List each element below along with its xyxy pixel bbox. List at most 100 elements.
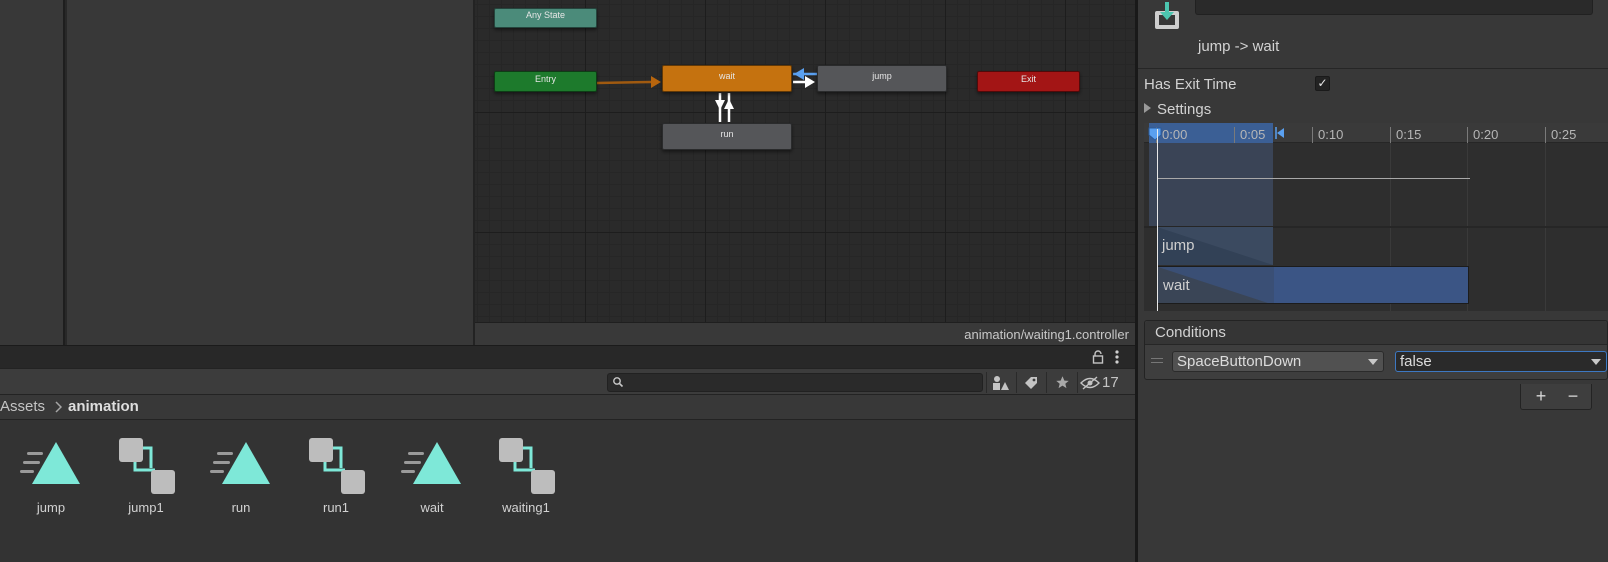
breadcrumb: Assets animation <box>0 395 1135 420</box>
breadcrumb-assets[interactable]: Assets <box>0 398 45 415</box>
condition-parameter-value: SpaceButtonDown <box>1177 353 1302 370</box>
project-toolbar: 17 <box>0 368 1135 395</box>
state-node-any-state[interactable]: Any State <box>494 8 597 28</box>
jump-wait-arrowhead <box>794 68 804 80</box>
tick-line <box>1467 127 1468 143</box>
asset-item-waiting1[interactable]: waiting1 <box>483 438 569 515</box>
source-clip-bar[interactable]: jump <box>1157 227 1273 265</box>
foldout-arrow-icon <box>1144 103 1151 113</box>
state-node-exit[interactable]: Exit <box>977 71 1080 92</box>
label-filter-icon[interactable] <box>1020 373 1042 392</box>
hidden-packages-toggle[interactable]: 17 <box>1080 373 1130 392</box>
asset-name: jump1 <box>128 500 164 515</box>
state-node-wait[interactable]: wait <box>662 65 792 92</box>
animation-clip-icon <box>210 442 270 484</box>
asset-name: jump <box>36 500 66 515</box>
has-exit-time-label: Has Exit Time <box>1144 76 1237 93</box>
favorite-star-icon[interactable] <box>1051 373 1073 392</box>
tick-line <box>1545 127 1546 143</box>
condition-row[interactable]: SpaceButtonDown false <box>1145 346 1607 378</box>
tick-line <box>1390 127 1391 143</box>
animator-graph[interactable]: Any State Entry wait jump Exit run <box>475 0 1135 322</box>
search-icon <box>613 377 624 388</box>
asset-name: wait <box>420 500 444 515</box>
timeline-ruler[interactable]: 0:00 0:05 0:10 0:15 0:20 0:25 <box>1144 123 1608 143</box>
hidden-eye-icon <box>1080 375 1100 390</box>
kebab-menu-icon[interactable] <box>1110 349 1124 365</box>
toolbar-separator <box>986 372 987 393</box>
asset-item-jump[interactable]: jump <box>8 440 94 515</box>
state-node-label: wait <box>718 70 735 81</box>
transition-header: jump -> wait <box>1138 0 1608 69</box>
tick-line <box>1234 127 1235 143</box>
entry-to-wait-transition[interactable] <box>596 80 652 85</box>
transition-start-marker-icon[interactable] <box>1147 126 1163 142</box>
animator-controller-icon <box>309 438 365 494</box>
settings-label: Settings <box>1157 101 1212 118</box>
exit-time-line <box>1158 178 1470 179</box>
wait-run-arrowhead <box>715 100 725 110</box>
remove-condition-button[interactable]: − <box>1559 385 1587 407</box>
tick-label: 0:20 <box>1473 127 1499 142</box>
tick-label: 0:05 <box>1240 127 1266 142</box>
timeline-playhead[interactable] <box>1157 129 1158 311</box>
asset-grid: jump jump1 run run1 wait waiting1 <box>0 420 1135 562</box>
state-node-label: Exit <box>1020 73 1036 84</box>
asset-item-run1[interactable]: run1 <box>293 438 379 515</box>
transition-icon <box>1155 2 1179 29</box>
state-node-label: run <box>720 128 734 139</box>
layers-panel <box>0 0 65 345</box>
toolbar-separator <box>1077 372 1078 393</box>
chevron-down-icon <box>1368 359 1378 365</box>
source-clip-label: jump <box>1162 237 1195 254</box>
type-filter-icon[interactable] <box>990 373 1012 392</box>
has-exit-time-checkbox[interactable]: ✓ <box>1315 76 1330 91</box>
asset-item-wait[interactable]: wait <box>389 440 475 515</box>
transition-timeline[interactable]: 0:00 0:05 0:10 0:15 0:20 0:25 jump wait <box>1144 123 1608 311</box>
transition-arrows <box>596 68 817 122</box>
asset-name: run1 <box>322 500 350 515</box>
entry-transition-arrowhead <box>651 76 661 88</box>
asset-item-run[interactable]: run <box>198 440 284 515</box>
state-node-label: Entry <box>534 73 556 84</box>
condition-value-dropdown[interactable]: false <box>1395 351 1607 372</box>
conditions-header: Conditions <box>1145 321 1607 345</box>
chevron-down-icon <box>1591 359 1601 365</box>
state-node-run[interactable]: run <box>662 123 792 150</box>
animator-controller-icon <box>499 438 555 494</box>
tick-line <box>1312 127 1313 143</box>
parameters-panel <box>67 0 475 345</box>
state-node-jump[interactable]: jump <box>817 65 947 92</box>
settings-foldout[interactable]: Settings <box>1144 101 1211 118</box>
breadcrumb-animation[interactable]: animation <box>68 398 139 415</box>
conditions-list: Conditions SpaceButtonDown false <box>1144 320 1608 380</box>
tick-label: 0:15 <box>1396 127 1422 142</box>
tick-label: 0:00 <box>1162 127 1188 142</box>
add-condition-button[interactable]: + <box>1527 385 1555 407</box>
inspector-panel: jump -> wait Has Exit Time ✓ Settings 0:… <box>1135 0 1608 562</box>
tick-label: 0:10 <box>1318 127 1344 142</box>
chevron-right-icon <box>54 400 63 417</box>
condition-parameter-dropdown[interactable]: SpaceButtonDown <box>1172 351 1384 372</box>
toolbar-separator <box>1046 372 1047 393</box>
search-input[interactable] <box>628 375 978 390</box>
destination-clip-label: wait <box>1163 277 1190 294</box>
drag-handle-icon[interactable] <box>1151 358 1163 363</box>
transition-title: jump -> wait <box>1198 38 1280 55</box>
transition-name-field[interactable] <box>1195 0 1593 15</box>
project-tab-bar <box>0 345 1135 368</box>
asset-name: run <box>231 500 251 515</box>
animation-clip-icon <box>20 442 80 484</box>
lock-icon[interactable] <box>1090 349 1106 365</box>
transition-end-marker-icon[interactable] <box>1275 127 1285 139</box>
destination-clip-bar[interactable]: wait <box>1157 266 1469 304</box>
toolbar-separator <box>1016 372 1017 393</box>
state-node-label: jump <box>872 70 892 81</box>
hidden-count: 17 <box>1102 374 1119 391</box>
state-node-entry[interactable]: Entry <box>494 71 597 92</box>
asset-search-field[interactable] <box>607 373 983 392</box>
asset-item-jump1[interactable]: jump1 <box>103 438 189 515</box>
animator-controller-icon <box>119 438 175 494</box>
wait-jump-arrowhead <box>805 76 815 88</box>
controller-path-status: animation/waiting1.controller <box>475 322 1135 345</box>
